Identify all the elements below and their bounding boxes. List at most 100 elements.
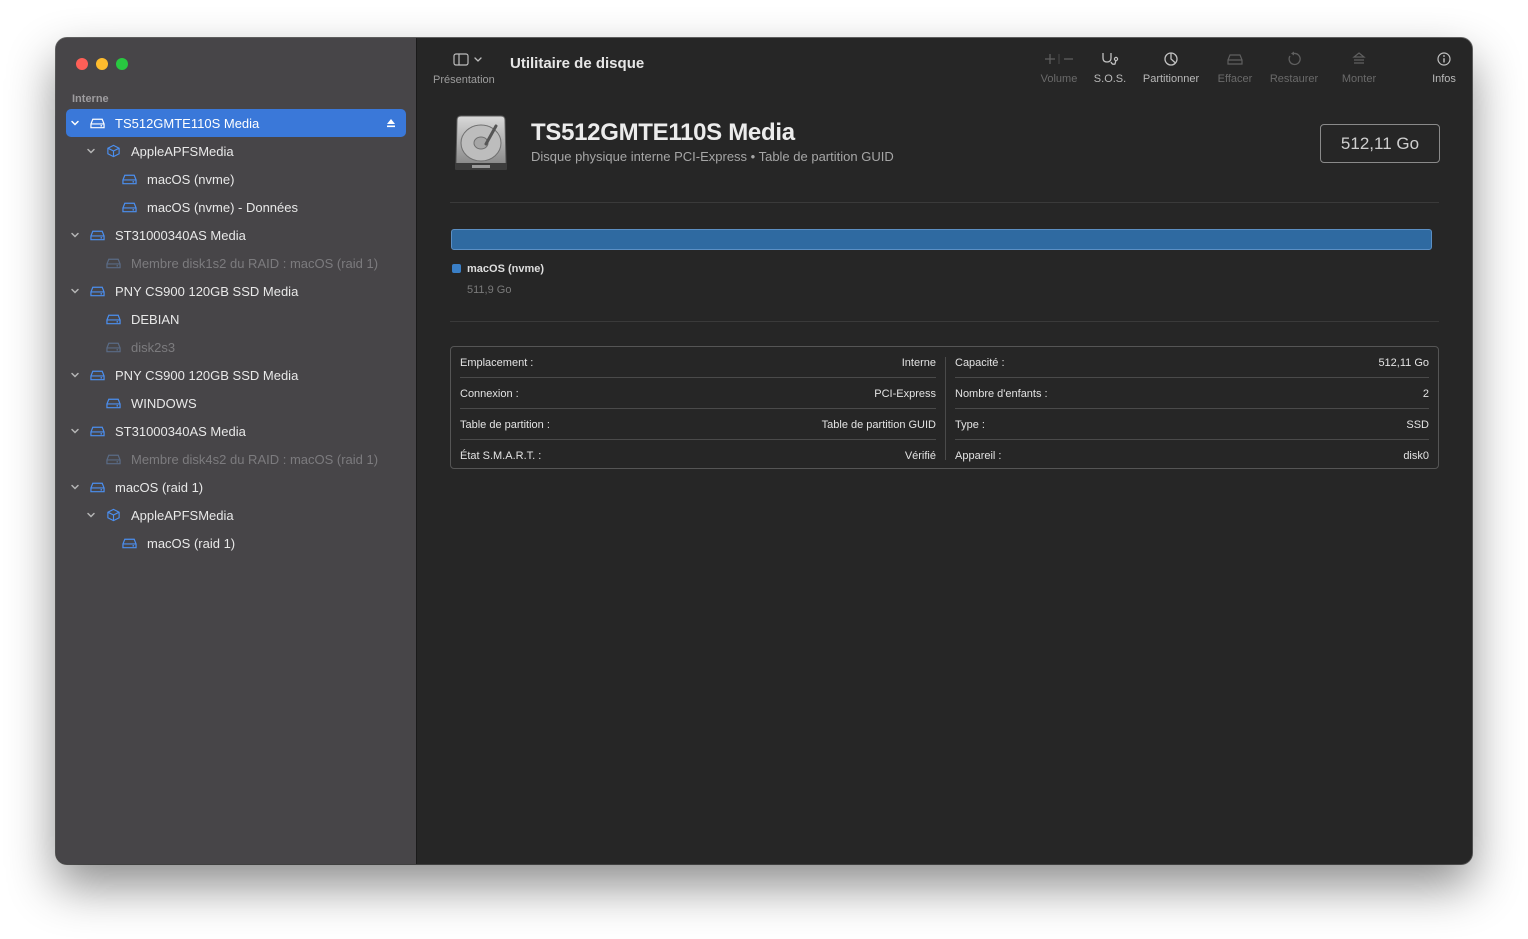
info-value: disk0 (1403, 450, 1429, 462)
presentation-label: Présentation (433, 74, 495, 86)
toolbar: Présentation Utilitaire de disque Volume… (417, 38, 1472, 100)
info-value: 2 (1422, 388, 1429, 400)
info-column-right: Capacité : 512,11 Go Nombre d'enfants : … (946, 347, 1438, 468)
volume-icon (122, 174, 137, 185)
restore-icon (1288, 51, 1301, 66)
info-key: Nombre d'enfants : (955, 388, 1048, 400)
partition-legend-name: macOS (nvme) (467, 263, 545, 275)
sidebar: Interne TS512GMTE110S Media AppleAPFSMed… (56, 38, 417, 864)
close-window-button[interactable] (76, 58, 88, 70)
sidebar-item-label: macOS (raid 1) (147, 536, 236, 551)
sidebar-item-disk2s3[interactable]: disk2s3 (66, 333, 406, 361)
info-key: Type : (955, 419, 985, 431)
hard-drive-icon (455, 115, 507, 170)
sidebar-item-macos-raid-1-volume[interactable]: macOS (raid 1) (66, 529, 406, 557)
eject-icon[interactable] (386, 117, 396, 129)
sidebar-item-apfs-container-2[interactable]: AppleAPFSMedia (66, 501, 406, 529)
volume-icon (106, 342, 121, 353)
mount-icon (1352, 52, 1366, 64)
sidebar-item-pny-cs900-2[interactable]: PNY CS900 120GB SSD Media (66, 361, 406, 389)
sidebar-item-label: Membre disk4s2 du RAID : macOS (raid 1) (131, 452, 379, 467)
sidebar-item-label: Membre disk1s2 du RAID : macOS (raid 1) (131, 256, 379, 271)
sidebar-item-st31000340as-media[interactable]: ST31000340AS Media (66, 221, 406, 249)
sidebar-item-label: ST31000340AS Media (115, 424, 246, 439)
volume-icon (122, 202, 137, 213)
info-row-device: Appareil : disk0 (955, 440, 1429, 471)
info-row-type: Type : SSD (955, 409, 1429, 440)
info-button[interactable]: Infos (1427, 50, 1461, 90)
sidebar-item-macos-raid-1[interactable]: macOS (raid 1) (66, 473, 406, 501)
info-table: Emplacement : Interne Connexion : PCI-Ex… (450, 346, 1439, 469)
volume-icon (122, 538, 137, 549)
sidebar-item-raid-member-disk4s2[interactable]: Membre disk4s2 du RAID : macOS (raid 1) (66, 445, 406, 473)
chevron-down-icon[interactable] (70, 482, 80, 492)
zoom-window-button[interactable] (116, 58, 128, 70)
sidebar-item-label: macOS (raid 1) (115, 480, 204, 495)
sidebar-toggle-icon (453, 53, 482, 66)
minimize-window-button[interactable] (96, 58, 108, 70)
app-title: Utilitaire de disque (510, 55, 645, 72)
first-aid-button[interactable]: S.O.S. (1090, 50, 1130, 90)
erase-label: Effacer (1217, 73, 1253, 85)
chevron-down-icon[interactable] (70, 230, 80, 240)
sidebar-item-macos-nvme-donnees[interactable]: macOS (nvme) - Données (66, 193, 406, 221)
drive-icon (90, 230, 105, 241)
info-row-child-count: Nombre d'enfants : 2 (955, 378, 1429, 409)
info-row-partition-map: Table de partition : Table de partition … (460, 409, 936, 440)
info-row-smart-status: État S.M.A.R.T. : Vérifié (460, 440, 936, 471)
sidebar-item-st31000340as-media-2[interactable]: ST31000340AS Media (66, 417, 406, 445)
chevron-down-icon[interactable] (86, 146, 96, 156)
sidebar-item-label: AppleAPFSMedia (131, 508, 234, 523)
mount-button[interactable]: Monter (1335, 50, 1383, 90)
volume-icon (106, 398, 121, 409)
info-key: Connexion : (460, 388, 519, 400)
pie-chart-icon (1164, 52, 1178, 66)
drive-icon (90, 118, 105, 129)
sidebar-item-ts512gmte110s-media[interactable]: TS512GMTE110S Media (66, 109, 406, 137)
sidebar-item-label: macOS (nvme) - Données (147, 200, 298, 215)
sidebar-item-apfs-container[interactable]: AppleAPFSMedia (66, 137, 406, 165)
info-key: Emplacement : (460, 357, 534, 369)
sidebar-item-label: PNY CS900 120GB SSD Media (115, 284, 299, 299)
erase-disk-icon (1227, 54, 1243, 65)
main-content: Présentation Utilitaire de disque Volume… (417, 38, 1472, 864)
info-column-left: Emplacement : Interne Connexion : PCI-Ex… (451, 347, 945, 468)
drive-icon (90, 426, 105, 437)
info-value: Interne (901, 357, 936, 369)
partition-legend-swatch (452, 264, 461, 273)
erase-button[interactable]: Effacer (1213, 50, 1257, 90)
plus-minus-icon (1045, 54, 1073, 64)
info-icon (1437, 52, 1451, 66)
sidebar-item-label: WINDOWS (131, 396, 197, 411)
sidebar-item-label: TS512GMTE110S Media (115, 116, 260, 131)
presentation-button[interactable]: Présentation (433, 50, 503, 90)
chevron-down-icon[interactable] (70, 118, 80, 128)
info-label: Infos (1432, 73, 1456, 85)
sidebar-item-windows[interactable]: WINDOWS (66, 389, 406, 417)
capacity-badge: 512,11 Go (1320, 124, 1440, 163)
partition-label: Partitionner (1142, 73, 1200, 85)
sidebar-item-debian[interactable]: DEBIAN (66, 305, 406, 333)
info-key: Appareil : (955, 450, 1002, 462)
device-tree: TS512GMTE110S Media AppleAPFSMedia macOS… (66, 109, 406, 557)
sidebar-item-raid-member-disk1s2[interactable]: Membre disk1s2 du RAID : macOS (raid 1) (66, 249, 406, 277)
sidebar-item-macos-nvme[interactable]: macOS (nvme) (66, 165, 406, 193)
sidebar-item-pny-cs900-1[interactable]: PNY CS900 120GB SSD Media (66, 277, 406, 305)
info-value: 512,11 Go (1378, 357, 1429, 369)
chevron-down-icon[interactable] (70, 286, 80, 296)
info-row-capacity: Capacité : 512,11 Go (955, 347, 1429, 378)
chevron-down-icon[interactable] (70, 370, 80, 380)
info-row-connection: Connexion : PCI-Express (460, 378, 936, 409)
chevron-down-icon[interactable] (86, 510, 96, 520)
volume-button[interactable]: Volume (1034, 50, 1084, 90)
restore-button[interactable]: Restaurer (1266, 50, 1322, 90)
chevron-down-icon[interactable] (70, 426, 80, 436)
restore-label: Restaurer (1269, 73, 1319, 85)
info-row-location: Emplacement : Interne (460, 347, 936, 378)
sidebar-item-label: DEBIAN (131, 312, 180, 327)
sidebar-item-label: AppleAPFSMedia (131, 144, 234, 159)
info-value: Table de partition GUID (821, 419, 936, 431)
info-value: Vérifié (904, 450, 936, 462)
partition-button[interactable]: Partitionner (1139, 50, 1203, 90)
sidebar-section-label: Interne (72, 93, 109, 105)
